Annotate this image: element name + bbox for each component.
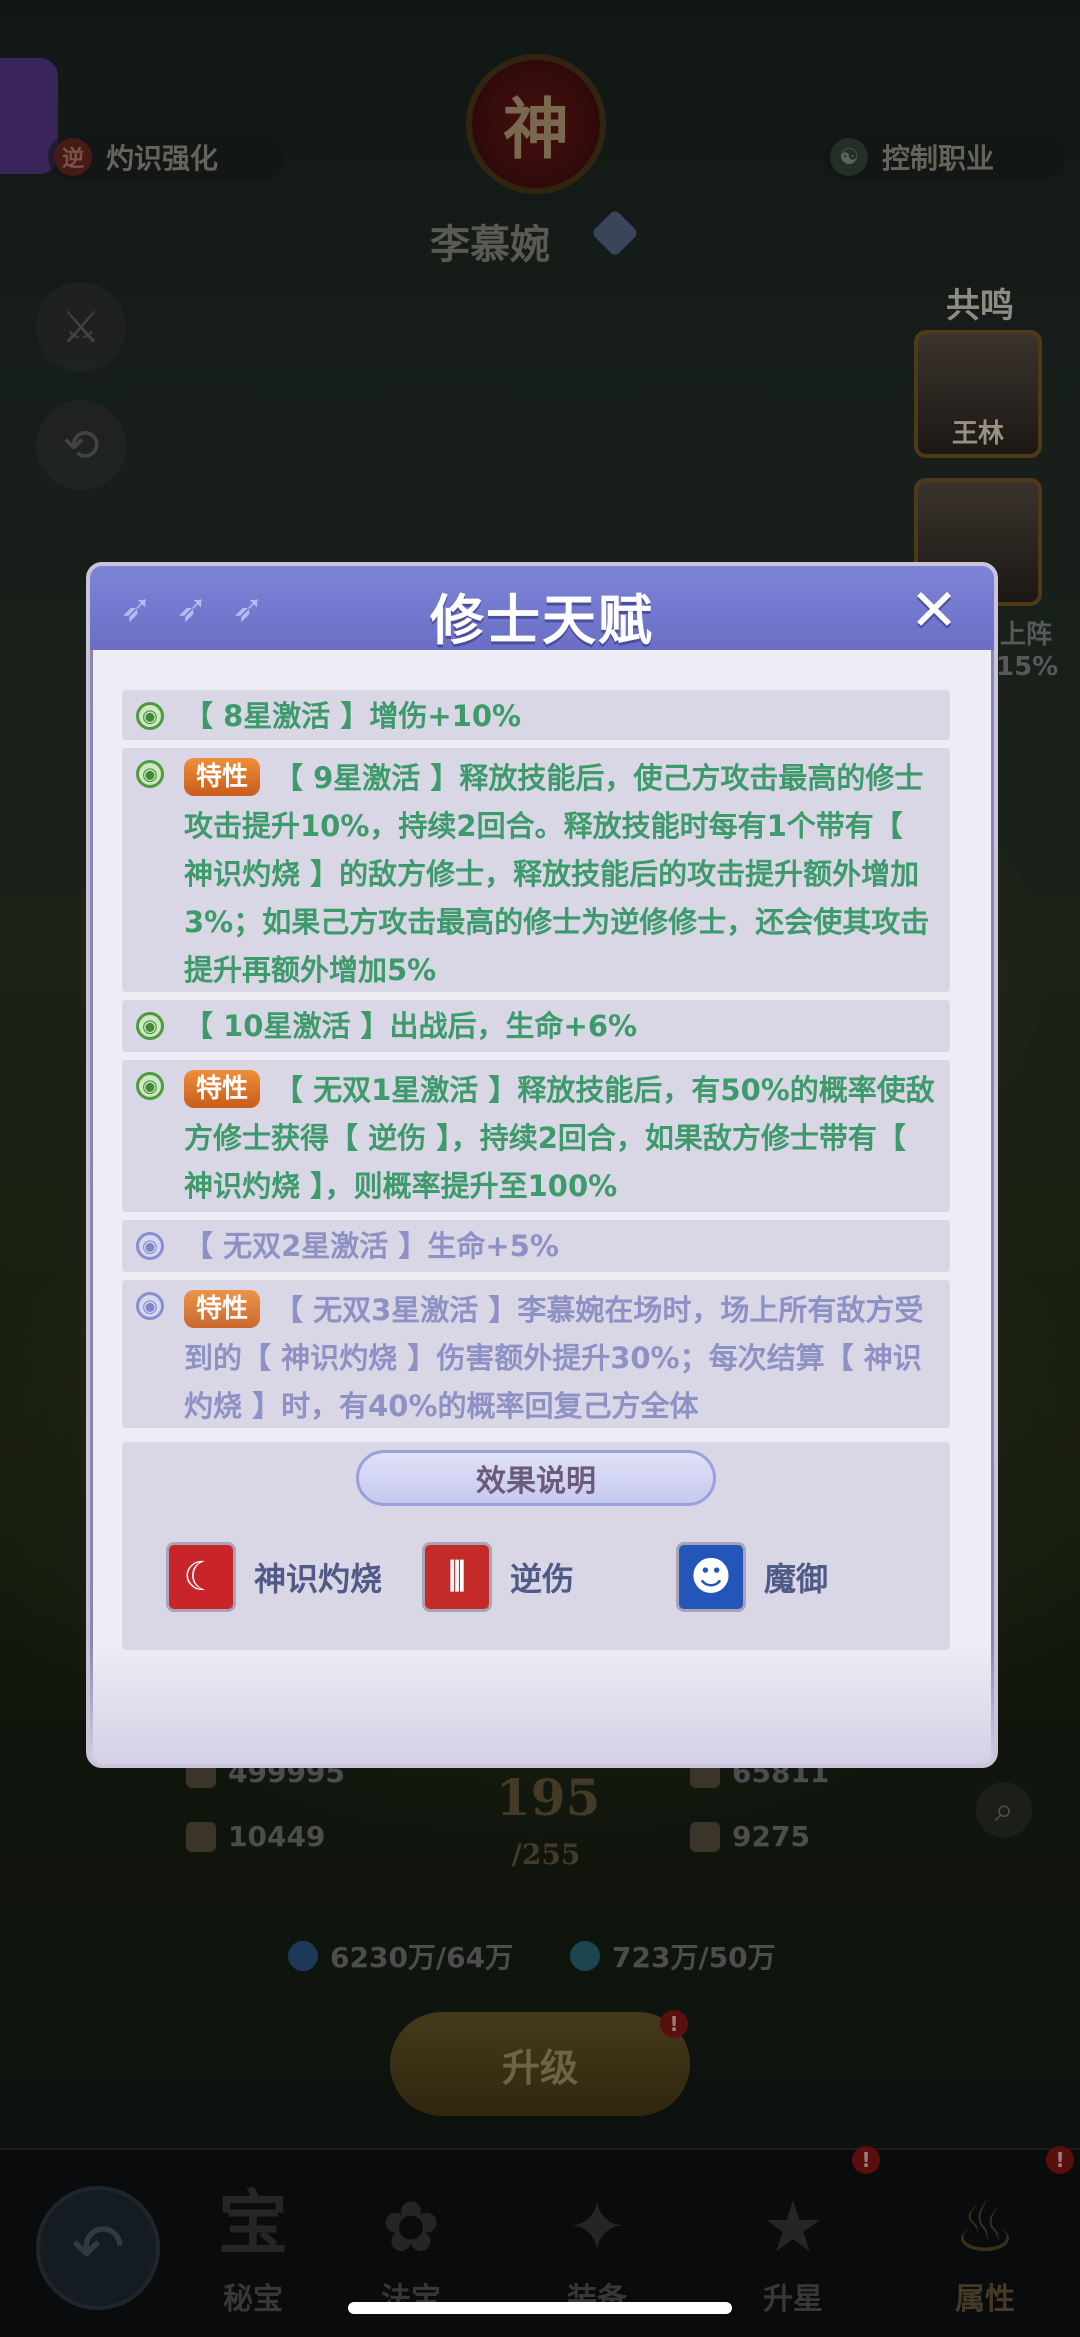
effect-burn[interactable]: ☾ 神识灼烧 — [166, 1542, 382, 1612]
talent-text: 【 10星激活 】出战后，生命+6% — [184, 1009, 638, 1043]
talent-text: 【 8星激活 】增伤+10% — [184, 699, 522, 733]
effect-demon-guard[interactable]: ☻ 魔御 — [676, 1542, 828, 1612]
talent-text: 【 无双3星激活 】李慕婉在场时，场上所有敌方受到的【 神识灼烧 】伤害额外提升… — [184, 1293, 924, 1423]
dialog-header: ➶ ➶ ➶ 修士天赋 ✕ — [90, 566, 994, 652]
flame-icon: ☾ — [166, 1542, 236, 1612]
dialog-footer-decoration — [90, 1644, 994, 1764]
talent-item: ◉ 【 8星激活 】增伤+10% — [122, 690, 950, 740]
effect-reverse-wound[interactable]: ⫴ 逆伤 — [422, 1542, 574, 1612]
claw-icon: ⫴ — [422, 1542, 492, 1612]
inactive-flame-icon: ◉ — [136, 1292, 164, 1320]
special-tag: 特性 — [184, 1070, 261, 1108]
active-flame-icon: ◉ — [136, 1012, 164, 1040]
ghost-icon: ☻ — [676, 1542, 746, 1612]
effects-panel: 效果说明 ☾ 神识灼烧 ⫴ 逆伤 ☻ 魔御 — [122, 1442, 950, 1650]
active-flame-icon: ◉ — [136, 760, 164, 788]
talent-item: ◉ 【 10星激活 】出战后，生命+6% — [122, 1000, 950, 1052]
home-indicator[interactable] — [348, 2302, 732, 2314]
close-icon[interactable]: ✕ — [904, 580, 964, 640]
special-tag: 特性 — [184, 1290, 261, 1328]
talent-text: 【 无双1星激活 】释放技能后，有50%的概率使敌方修士获得【 逆伤 】，持续2… — [184, 1073, 935, 1203]
talent-text: 【 9星激活 】释放技能后，使己方攻击最高的修士攻击提升10%，持续2回合。释放… — [184, 761, 930, 987]
talent-item: ◉ 【 无双2星激活 】生命+5% — [122, 1220, 950, 1272]
talent-item: ◉ 特性【 无双1星激活 】释放技能后，有50%的概率使敌方修士获得【 逆伤 】… — [122, 1060, 950, 1212]
effects-title: 效果说明 — [356, 1450, 716, 1506]
dialog-title: 修士天赋 — [430, 589, 654, 652]
special-tag: 特性 — [184, 758, 261, 796]
talent-text: 【 无双2星激活 】生命+5% — [184, 1229, 559, 1263]
talent-item: ◉ 特性【 9星激活 】释放技能后，使己方攻击最高的修士攻击提升10%，持续2回… — [122, 748, 950, 992]
talent-item: ◉ 特性【 无双3星激活 】李慕婉在场时，场上所有敌方受到的【 神识灼烧 】伤害… — [122, 1280, 950, 1428]
active-flame-icon: ◉ — [136, 702, 164, 730]
active-flame-icon: ◉ — [136, 1072, 164, 1100]
inactive-flame-icon: ◉ — [136, 1232, 164, 1260]
